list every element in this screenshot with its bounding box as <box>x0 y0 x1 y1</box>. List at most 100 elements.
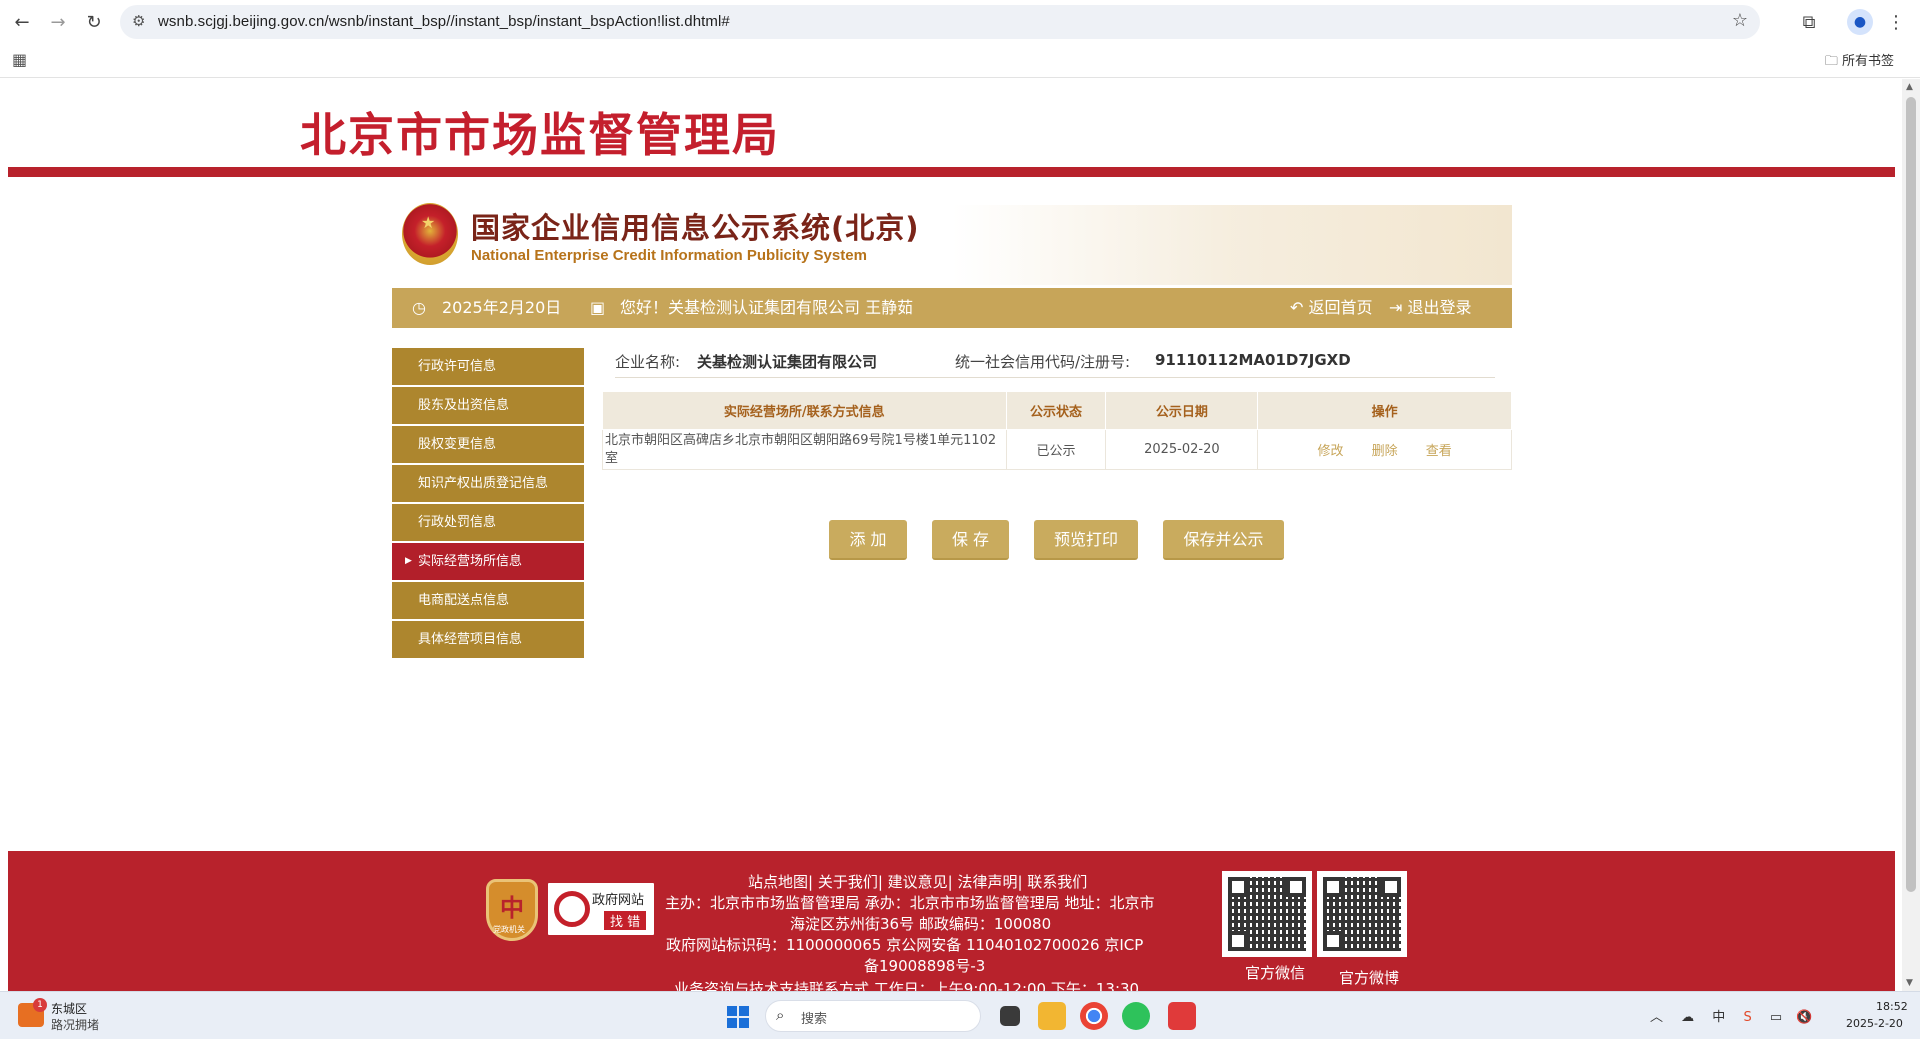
all-bookmarks-label: 所有书签 <box>1841 54 1894 69</box>
clock-date[interactable]: 2025-2-20 <box>1846 1017 1903 1030</box>
notification-badge: 1 <box>33 998 47 1012</box>
sogou-icon[interactable]: S <box>1743 1010 1751 1025</box>
credit-code-value: 91110112MA01D7JGXD <box>1155 351 1351 369</box>
side-menu: 行政许可信息 股东及出资信息 股权变更信息 知识产权出质登记信息 行政处罚信息 … <box>392 348 584 660</box>
address-bar[interactable]: ⚙ wsnb.scjgj.beijing.gov.cn/wsnb/instant… <box>120 5 1760 39</box>
qr-corner <box>1323 931 1343 951</box>
logout-link-label: 退出登录 <box>1407 298 1472 317</box>
network-icon[interactable]: ☁ <box>1681 1010 1694 1025</box>
mountain-decoration <box>952 205 1512 285</box>
company-name-value: 关基检测认证集团有限公司 <box>697 353 878 371</box>
delete-link[interactable]: 删除 <box>1372 444 1398 459</box>
clock-icon: ◷ <box>412 298 426 317</box>
col-header-status: 公示状态 <box>1005 391 1107 430</box>
preview-print-button[interactable]: 预览打印 <box>1034 520 1138 560</box>
cell-date: 2025-02-20 <box>1105 429 1259 470</box>
gov-error-line1: 政府网站 <box>592 893 645 908</box>
taskbar: 1 东城区 路况拥堵 ⌕ 搜索 ︿ ☁ 中 S ▭ 🔇 18:52 2025-2… <box>0 991 1920 1039</box>
start-button[interactable] <box>727 1006 749 1028</box>
col-header-date: 公示日期 <box>1105 391 1259 430</box>
chrome-icon[interactable] <box>1080 1002 1108 1030</box>
scroll-down-icon[interactable]: ▼ <box>1906 978 1913 988</box>
menu-item-label: 电商配送点信息 <box>418 593 510 608</box>
company-info: 企业名称: 关基检测认证集团有限公司 统一社会信用代码/注册号: 9111011… <box>615 348 1495 378</box>
page-scrollbar[interactable]: ▲ ▼ <box>1902 79 1920 991</box>
system-tray: ︿ ☁ 中 S ▭ 🔇 <box>1650 1006 1812 1025</box>
site-info-icon[interactable]: ⚙ <box>132 12 145 30</box>
menu-item-label: 股东及出资信息 <box>418 398 510 413</box>
col-header-address: 实际经营场所/联系方式信息 <box>602 391 1007 430</box>
gov-site-error-report[interactable]: 政府网站 找 错 <box>546 881 656 937</box>
menu-icon[interactable]: ⋮ <box>1882 8 1910 36</box>
clock-time[interactable]: 18:52 <box>1876 1000 1908 1013</box>
greeting-text: 您好！关基检测认证集团有限公司 王静茹 <box>620 298 914 317</box>
footer-host: 主办：北京市市场监督管理局 承办：北京市市场监督管理局 地址：北京市 <box>665 894 1155 912</box>
qr-corner <box>1323 877 1343 897</box>
menu-item-business-premises[interactable]: ▶ 实际经营场所信息 <box>392 543 584 582</box>
bookmark-star-icon[interactable]: ☆ <box>1732 10 1748 31</box>
all-bookmarks-button[interactable]: 🗀 所有书签 <box>1825 50 1894 74</box>
wechat-qr-code <box>1222 871 1312 957</box>
taskbar-search[interactable]: ⌕ 搜索 <box>765 1000 981 1032</box>
cell-address: 北京市朝阳区高碑店乡北京市朝阳区朝阳路69号院1号楼1单元1102室 <box>602 429 1007 470</box>
ime-indicator[interactable]: 中 <box>1712 1010 1725 1025</box>
weibo-qr-code <box>1317 871 1407 957</box>
wechat-icon[interactable] <box>1122 1002 1150 1030</box>
menu-item-label: 行政许可信息 <box>418 359 497 374</box>
cell-actions: 修改 删除 查看 <box>1257 429 1512 470</box>
party-gov-badge[interactable]: 中 党政机关 <box>486 879 538 941</box>
footer: 中 党政机关 政府网站 找 错 站点地图| 关于我们| 建议意见| 法律声明| … <box>8 851 1895 991</box>
add-button[interactable]: 添 加 <box>829 520 907 560</box>
menu-item-label: 行政处罚信息 <box>418 515 497 530</box>
forward-icon[interactable]: → <box>44 8 72 36</box>
logout-link[interactable]: ⇥ 退出登录 <box>1389 288 1472 328</box>
home-link[interactable]: ↶ 返回首页 <box>1290 288 1373 328</box>
view-link[interactable]: 查看 <box>1426 444 1452 459</box>
national-emblem-icon: ★ <box>402 203 458 265</box>
wechat-label: 官方微信 <box>1245 964 1306 982</box>
party-badge-text: 党政机关 <box>493 925 525 934</box>
weather-city[interactable]: 东城区 <box>51 1000 87 1017</box>
file-explorer-icon[interactable] <box>1038 1002 1066 1030</box>
qr-corner <box>1286 877 1306 897</box>
menu-item-ecommerce-delivery[interactable]: 电商配送点信息 <box>392 582 584 621</box>
menu-item-label: 实际经营场所信息 <box>418 554 523 569</box>
save-publish-button[interactable]: 保存并公示 <box>1163 520 1284 560</box>
qr-corner <box>1228 877 1248 897</box>
extensions-icon[interactable]: ⧉ <box>1795 8 1823 36</box>
search-icon: ⌕ <box>776 1006 785 1024</box>
volume-muted-icon[interactable]: 🔇 <box>1796 1010 1812 1025</box>
menu-item-ip-pledge[interactable]: 知识产权出质登记信息 <box>392 465 584 504</box>
footer-support: 业务咨询与技术支持联系方式 工作日：上午9:00-12:00 下午：13:30 <box>674 980 1140 991</box>
menu-item-equity-change[interactable]: 股权变更信息 <box>392 426 584 465</box>
edit-link[interactable]: 修改 <box>1317 444 1343 459</box>
profile-avatar[interactable]: ● <box>1847 9 1873 35</box>
wps-icon[interactable] <box>1168 1002 1196 1030</box>
header-divider <box>8 167 1895 177</box>
url-text[interactable]: wsnb.scjgj.beijing.gov.cn/wsnb/instant_b… <box>158 13 730 30</box>
scroll-up-icon[interactable]: ▲ <box>1906 82 1913 92</box>
reload-icon[interactable]: ↻ <box>80 8 108 36</box>
qr-corner <box>1381 877 1401 897</box>
page-content: 北京市市场监督管理局 ★ 国家企业信用信息公示系统(北京) National E… <box>0 79 1902 991</box>
badge-glyph: 中 <box>500 894 524 922</box>
apps-grid-icon[interactable]: ▦ <box>12 50 27 69</box>
col-header-actions: 操作 <box>1257 391 1512 430</box>
bureau-title: 北京市市场监督管理局 <box>300 108 780 162</box>
weather-status[interactable]: 路况拥堵 <box>51 1016 99 1033</box>
current-date: 2025年2月20日 <box>442 298 562 317</box>
menu-item-business-items[interactable]: 具体经营项目信息 <box>392 621 584 660</box>
menu-item-admin-license[interactable]: 行政许可信息 <box>392 348 584 387</box>
display-icon[interactable]: ▭ <box>1770 1010 1782 1025</box>
menu-item-admin-penalty[interactable]: 行政处罚信息 <box>392 504 584 543</box>
menu-item-shareholders[interactable]: 股东及出资信息 <box>392 387 584 426</box>
scrollbar-thumb[interactable] <box>1906 97 1916 892</box>
footer-links[interactable]: 站点地图| 关于我们| 建议意见| 法律声明| 联系我们 <box>748 872 1087 892</box>
menu-item-label: 股权变更信息 <box>418 437 497 452</box>
company-name-label: 企业名称: <box>615 353 681 371</box>
save-button[interactable]: 保 存 <box>932 520 1009 560</box>
tray-overflow-icon[interactable]: ︿ <box>1650 1010 1663 1025</box>
taskbar-search-placeholder: 搜索 <box>801 1012 828 1027</box>
task-view-icon[interactable] <box>1000 1006 1020 1026</box>
back-icon[interactable]: ← <box>8 8 36 36</box>
